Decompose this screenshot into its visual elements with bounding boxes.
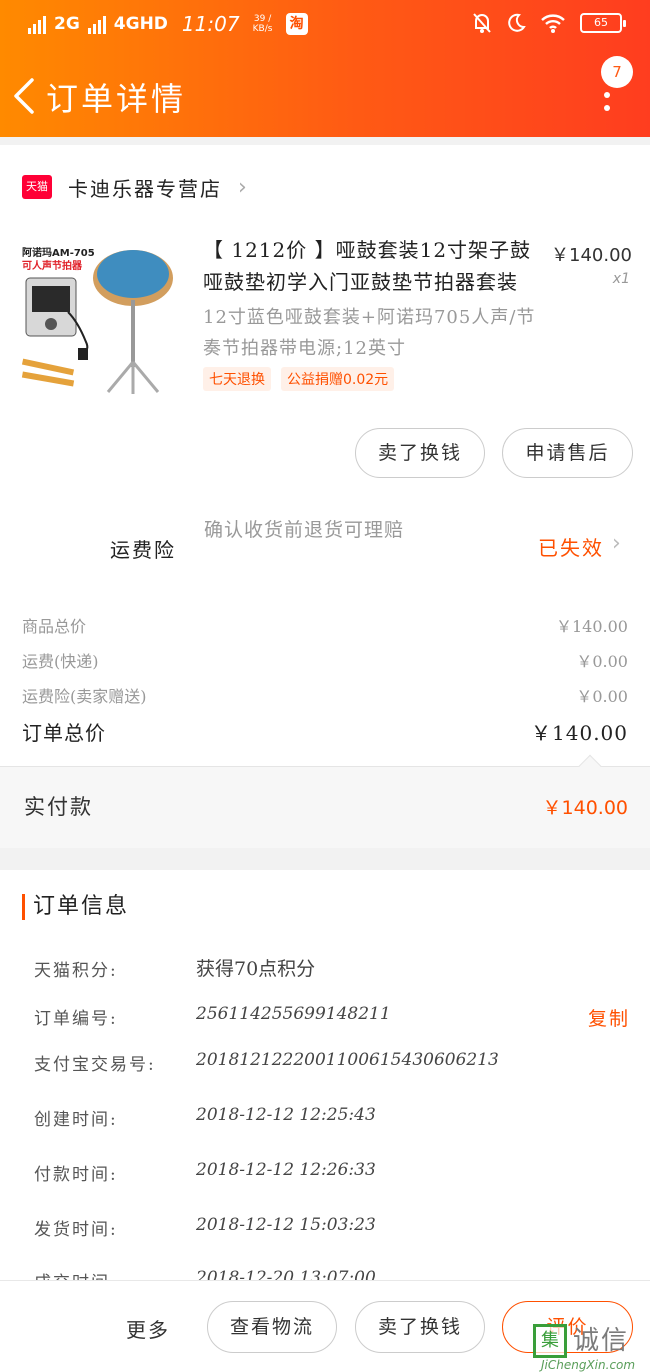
status-right: 65 xyxy=(472,12,626,34)
shop-name: 卡迪乐器专营店 xyxy=(68,176,222,201)
header: 2G 4GHD 11:07 39 / KB/s 淘 65 订单详情 7 xyxy=(0,0,650,137)
network-1: 2G xyxy=(54,14,80,34)
product-price: ￥140.00 xyxy=(551,245,632,266)
service-tags: 七天退换 公益捐赠0.02元 xyxy=(203,367,395,391)
paid-label: 实付款 xyxy=(24,795,93,819)
order-total-value: ￥140.00 xyxy=(531,721,628,745)
info-key: 发货时间: xyxy=(34,1220,118,1240)
insurance-cost-value: ￥0.00 xyxy=(576,687,628,706)
product-quantity: x1 xyxy=(612,271,630,287)
info-key: 创建时间: xyxy=(34,1110,118,1130)
message-badge[interactable]: 7 xyxy=(601,56,633,88)
chevron-right-icon: › xyxy=(238,174,247,200)
signal-icon xyxy=(28,14,46,34)
page-title: 订单详情 xyxy=(46,80,187,118)
view-logistics-button[interactable]: 查看物流 xyxy=(207,1301,337,1353)
clock: 11:07 xyxy=(181,12,240,36)
info-key: 付款时间: xyxy=(34,1165,118,1185)
sell-button[interactable]: 卖了换钱 xyxy=(355,428,485,478)
taobao-notification-icon: 淘 xyxy=(285,13,308,35)
net-speed: 39 / KB/s xyxy=(252,14,273,34)
items-total-row: 商品总价 ￥140.00 xyxy=(22,613,628,637)
shipping-row: 运费(快递) ￥0.00 xyxy=(22,648,628,672)
info-value[interactable]: 256114255699148211 xyxy=(196,1004,391,1024)
order-info-section: 订单信息 天猫积分: 获得70点积分 订单编号: 256114255699148… xyxy=(0,870,650,1280)
wifi-icon xyxy=(541,14,565,33)
watermark-box: 集 xyxy=(533,1324,567,1358)
watermark-cn: 诚信 xyxy=(573,1326,630,1356)
paid-row: 实付款 ￥140.00 xyxy=(0,754,650,848)
battery-icon: 65 xyxy=(580,13,626,33)
info-key: 天猫积分: xyxy=(34,961,118,981)
shop-link[interactable]: 天猫 卡迪乐器专营店 › xyxy=(22,173,247,201)
order-total-label: 订单总价 xyxy=(22,721,106,745)
tmall-icon: 天猫 xyxy=(22,175,52,199)
watermark-logo: 集 诚信 JiChengXin.com xyxy=(533,1320,650,1372)
info-value: 2018121222001100615430606213 xyxy=(196,1050,499,1070)
info-value: 2018-12-20 13:07:00 xyxy=(196,1268,376,1280)
more-button[interactable]: 更多 xyxy=(126,1314,170,1343)
info-value: 2018-12-12 12:25:43 xyxy=(196,1105,376,1125)
more-menu-icon[interactable] xyxy=(601,92,613,132)
info-value: 2018-12-12 12:26:33 xyxy=(196,1160,376,1180)
info-key: 成交时间: xyxy=(34,1268,118,1280)
info-value: 2018-12-12 15:03:23 xyxy=(196,1215,376,1235)
back-icon[interactable] xyxy=(10,76,40,116)
status-bar: 2G 4GHD 11:07 39 / KB/s 淘 65 xyxy=(0,0,650,50)
paid-value: ￥140.00 xyxy=(542,797,628,819)
copy-button[interactable]: 复制 xyxy=(588,1004,630,1031)
items-total-label: 商品总价 xyxy=(22,617,87,636)
product-thumbnail[interactable]: 阿诺玛AM-705 可人声节拍器 xyxy=(20,242,176,400)
after-sale-button[interactable]: 申请售后 xyxy=(502,428,633,478)
tag-charity: 公益捐赠0.02元 xyxy=(281,367,395,391)
insurance-label: 运费险 xyxy=(110,538,176,562)
shipping-label: 运费(快递) xyxy=(22,652,99,671)
thumb-caption-2: 可人声节拍器 xyxy=(22,259,83,272)
insurance-desc: 确认收货前退货可理赔 xyxy=(204,519,405,541)
order-total-row: 订单总价 ￥140.00 xyxy=(22,717,628,746)
signal-icon-2 xyxy=(87,14,106,34)
info-key: 订单编号: xyxy=(34,1009,118,1029)
watermark-en: JiChengXin.com xyxy=(541,1358,636,1372)
network-2: 4GHD xyxy=(113,14,168,34)
insurance-status[interactable]: 已失效 xyxy=(538,532,604,561)
info-value: 获得70点积分 xyxy=(196,958,316,980)
tag-return: 七天退换 xyxy=(203,367,271,391)
nav-bar: 订单详情 7 xyxy=(0,56,650,132)
status-left: 2G 4GHD 11:07 39 / KB/s 淘 xyxy=(28,12,308,36)
insurance-cost-label: 运费险(卖家赠送) xyxy=(22,687,147,706)
paid-arrow xyxy=(578,754,602,778)
sell-button-bottom[interactable]: 卖了换钱 xyxy=(355,1301,485,1353)
thumb-caption-1: 阿诺玛AM-705 xyxy=(22,246,95,259)
items-total-value: ￥140.00 xyxy=(556,617,628,636)
moon-icon xyxy=(508,13,526,32)
product-title[interactable]: 【 1212价 】哑鼓套装12寸架子鼓哑鼓垫初学入门亚鼓垫节拍器套装 xyxy=(203,234,541,298)
info-key: 支付宝交易号: xyxy=(34,1055,156,1075)
order-card: 天猫 卡迪乐器专营店 › 阿诺玛AM-705 可人声节拍器 【 1212价 】哑… xyxy=(0,145,650,848)
order-info-heading: 订单信息 xyxy=(22,894,129,920)
chevron-right-icon[interactable]: › xyxy=(612,531,621,556)
shipping-value: ￥0.00 xyxy=(576,652,628,671)
mute-icon xyxy=(473,13,491,33)
product-spec: 12寸蓝色哑鼓套装+阿诺玛705人声/节奏节拍器带电源;12英寸 xyxy=(203,307,536,359)
insurance-cost-row: 运费险(卖家赠送) ￥0.00 xyxy=(22,683,628,707)
